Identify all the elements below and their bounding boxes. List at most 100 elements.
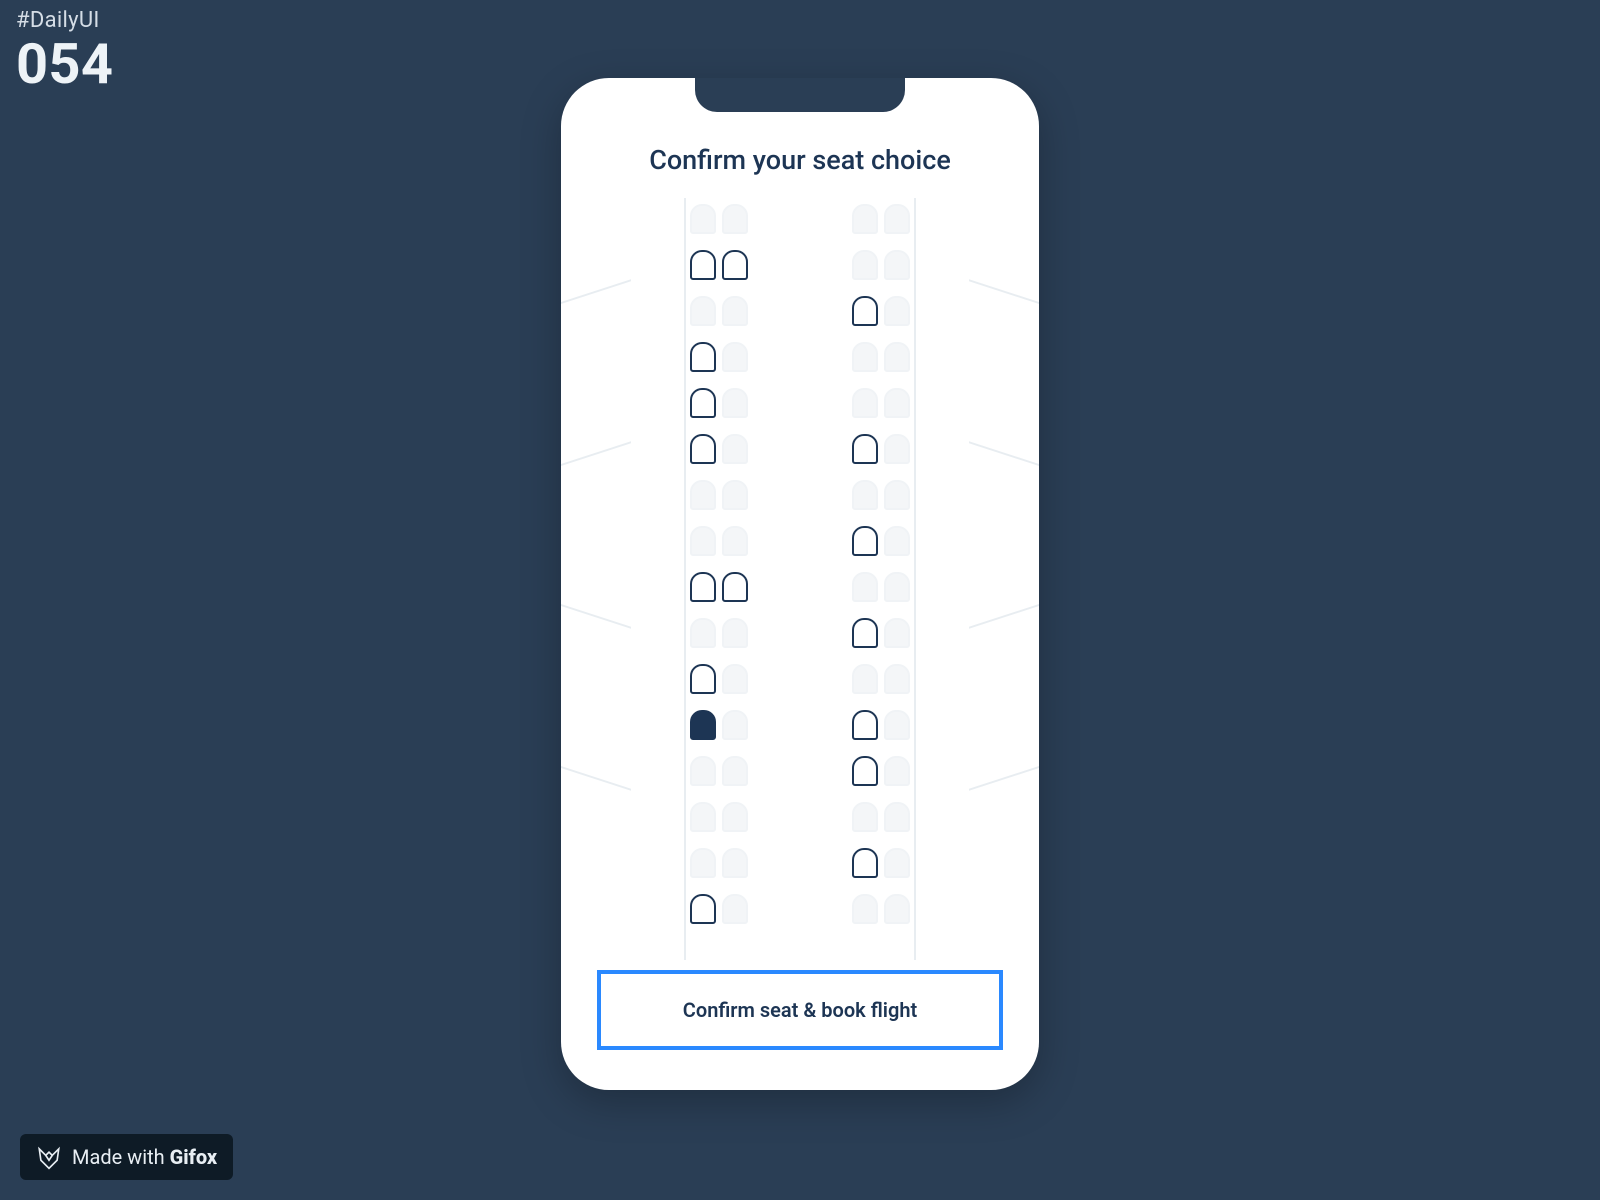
- seat-pair-right: [852, 664, 910, 694]
- seat-occupied: [852, 342, 878, 372]
- seat-occupied: [884, 618, 910, 648]
- seat-available[interactable]: [852, 756, 878, 786]
- seat-row: [690, 342, 910, 372]
- seat-pair-right: [852, 802, 910, 832]
- seat-occupied: [884, 250, 910, 280]
- seat-pair-left: [690, 802, 748, 832]
- seat-row: [690, 388, 910, 418]
- seat-available[interactable]: [722, 572, 748, 602]
- seat-occupied: [884, 296, 910, 326]
- seat-available[interactable]: [852, 526, 878, 556]
- seat-row: [690, 710, 910, 740]
- seat-occupied: [690, 296, 716, 326]
- seat-occupied: [722, 526, 748, 556]
- seat-occupied: [884, 388, 910, 418]
- seat-occupied: [690, 204, 716, 234]
- seat-pair-left: [690, 296, 748, 326]
- seat-available[interactable]: [690, 894, 716, 924]
- seat-pair-right: [852, 710, 910, 740]
- dailyui-hashtag: #DailyUI: [16, 8, 100, 33]
- seat-pair-left: [690, 388, 748, 418]
- seat-occupied: [884, 480, 910, 510]
- seat-occupied: [722, 204, 748, 234]
- seat-row: [690, 250, 910, 280]
- seat-occupied: [722, 480, 748, 510]
- seat-selected[interactable]: [690, 710, 716, 740]
- seat-pair-right: [852, 296, 910, 326]
- seat-pair-right: [852, 572, 910, 602]
- seat-pair-left: [690, 618, 748, 648]
- seat-row: [690, 480, 910, 510]
- seat-row: [690, 572, 910, 602]
- seat-pair-right: [852, 618, 910, 648]
- seat-occupied: [722, 296, 748, 326]
- seat-pair-right: [852, 894, 910, 924]
- seat-pair-left: [690, 434, 748, 464]
- seat-available[interactable]: [690, 664, 716, 694]
- seat-map[interactable]: [561, 198, 1039, 960]
- seat-available[interactable]: [852, 710, 878, 740]
- seat-available[interactable]: [690, 434, 716, 464]
- seat-available[interactable]: [690, 342, 716, 372]
- seat-occupied: [884, 756, 910, 786]
- wing-outline: [561, 529, 631, 790]
- dailyui-tag: #DailyUI 054: [16, 8, 113, 94]
- seat-occupied: [722, 388, 748, 418]
- gifox-prefix: Made with: [72, 1145, 170, 1169]
- seat-pair-left: [690, 894, 748, 924]
- seat-occupied: [690, 526, 716, 556]
- seat-row: [690, 848, 910, 878]
- seat-occupied: [852, 250, 878, 280]
- wing-outline: [561, 279, 631, 540]
- seat-available[interactable]: [690, 388, 716, 418]
- seat-available[interactable]: [722, 250, 748, 280]
- seat-occupied: [884, 848, 910, 878]
- seat-occupied: [852, 204, 878, 234]
- seat-occupied: [722, 802, 748, 832]
- confirm-seat-button[interactable]: Confirm seat & book flight: [597, 970, 1003, 1050]
- seat-pair-right: [852, 434, 910, 464]
- seat-occupied: [884, 526, 910, 556]
- seat-occupied: [690, 618, 716, 648]
- seat-row: [690, 756, 910, 786]
- seat-occupied: [690, 480, 716, 510]
- seat-occupied: [852, 572, 878, 602]
- seat-available[interactable]: [852, 848, 878, 878]
- wing-outline: [969, 529, 1039, 790]
- seat-occupied: [852, 388, 878, 418]
- seat-available[interactable]: [852, 618, 878, 648]
- seat-pair-left: [690, 480, 748, 510]
- confirm-seat-label: Confirm seat & book flight: [683, 998, 917, 1022]
- wing-outline: [969, 279, 1039, 540]
- seat-occupied: [722, 342, 748, 372]
- seat-available[interactable]: [690, 572, 716, 602]
- app-screen: Confirm your seat choice Confirm seat & …: [561, 78, 1039, 1090]
- seat-row: [690, 664, 910, 694]
- page-title: Confirm your seat choice: [561, 144, 1039, 176]
- seat-occupied: [722, 434, 748, 464]
- seat-available[interactable]: [690, 250, 716, 280]
- seat-occupied: [852, 664, 878, 694]
- seat-pair-right: [852, 204, 910, 234]
- seat-row: [690, 434, 910, 464]
- seat-occupied: [722, 618, 748, 648]
- seat-occupied: [722, 848, 748, 878]
- seat-pair-right: [852, 342, 910, 372]
- seat-occupied: [690, 802, 716, 832]
- seat-pair-left: [690, 342, 748, 372]
- seat-pair-left: [690, 204, 748, 234]
- seat-row: [690, 204, 910, 234]
- seat-occupied: [690, 756, 716, 786]
- seat-occupied: [884, 342, 910, 372]
- seat-pair-left: [690, 250, 748, 280]
- seat-occupied: [884, 894, 910, 924]
- gifox-badge: Made with Gifox: [20, 1134, 233, 1180]
- seat-pair-right: [852, 480, 910, 510]
- seat-row: [690, 296, 910, 326]
- seat-available[interactable]: [852, 434, 878, 464]
- seat-occupied: [884, 572, 910, 602]
- seat-occupied: [852, 894, 878, 924]
- seat-available[interactable]: [852, 296, 878, 326]
- seat-occupied: [884, 710, 910, 740]
- gifox-brand: Gifox: [170, 1145, 218, 1169]
